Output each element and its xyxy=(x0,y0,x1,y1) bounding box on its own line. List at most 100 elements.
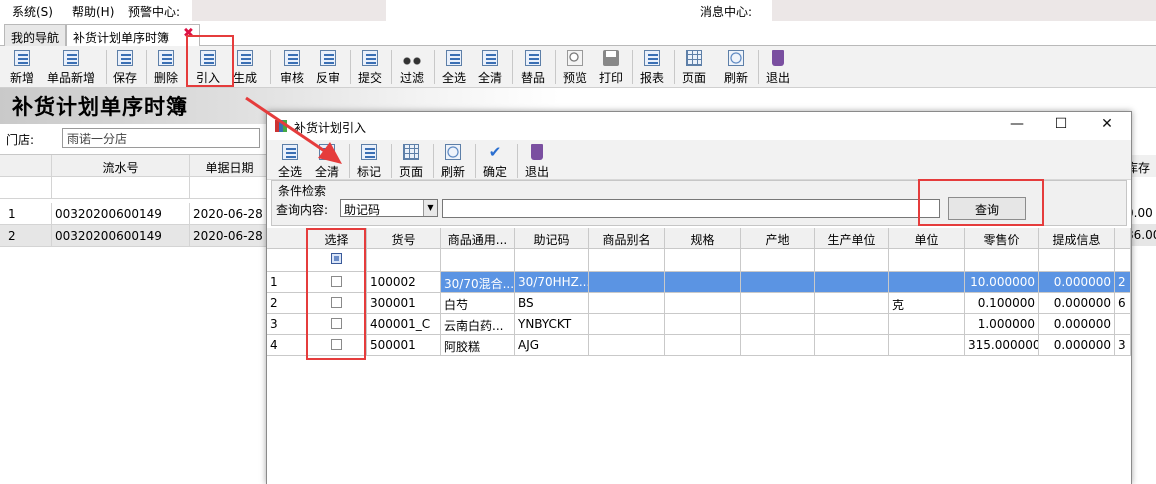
row-checkbox[interactable] xyxy=(307,293,367,314)
cell-alias[interactable] xyxy=(589,335,665,356)
cell-unit[interactable] xyxy=(889,335,965,356)
preview-button[interactable]: 预览 xyxy=(559,48,591,86)
cell-alias[interactable] xyxy=(589,314,665,335)
delete-button[interactable]: 删除 xyxy=(150,48,182,86)
cell-price[interactable]: 10.000000 xyxy=(965,272,1039,293)
cell-commission[interactable]: 0.000000 xyxy=(1039,272,1115,293)
cell-name[interactable]: 阿胶糕 xyxy=(441,335,515,356)
substitute-button[interactable]: 替品 xyxy=(517,48,549,86)
grid-filter-cell[interactable] xyxy=(741,249,815,272)
cell-commission[interactable]: 0.000000 xyxy=(1039,335,1115,356)
cell-extra[interactable]: 2 xyxy=(1115,272,1131,293)
print-button[interactable]: 打印 xyxy=(595,48,627,86)
cell-name[interactable]: 白芍 xyxy=(441,293,515,314)
query-field-select[interactable]: 助记码 ▼ xyxy=(340,199,438,217)
save-button[interactable]: 保存 xyxy=(110,48,140,86)
cell-price[interactable]: 0.100000 xyxy=(965,293,1039,314)
cell-mnemonic[interactable]: 30/70HHZ... xyxy=(515,272,589,293)
cell-name[interactable]: 30/70混合... xyxy=(441,272,515,293)
cell-unit[interactable] xyxy=(889,272,965,293)
tab-replenishment-plan[interactable]: 补货计划单序时簿 xyxy=(66,24,200,47)
tab-close-icon[interactable]: ✖ xyxy=(183,26,194,41)
alert-center-label[interactable]: 预警中心: xyxy=(128,3,180,20)
bg-filter-cell[interactable] xyxy=(190,177,270,199)
cell-commission[interactable]: 0.000000 xyxy=(1039,293,1115,314)
cell-origin[interactable] xyxy=(741,314,815,335)
cell-origin[interactable] xyxy=(741,293,815,314)
row-checkbox[interactable] xyxy=(307,314,367,335)
cell-mnemonic[interactable]: AJG xyxy=(515,335,589,356)
cell-mnemonic[interactable]: YNBYCKT xyxy=(515,314,589,335)
filter-button[interactable]: 过滤 xyxy=(396,48,428,86)
dialog-confirm-button[interactable]: ✔ 确定 xyxy=(479,142,511,180)
store-input[interactable] xyxy=(62,128,260,148)
grid-filter-cell[interactable] xyxy=(965,249,1039,272)
cell-unit[interactable] xyxy=(889,314,965,335)
grid-filter-cell[interactable] xyxy=(589,249,665,272)
cell-spec[interactable] xyxy=(665,272,741,293)
dialog-exit-button[interactable]: 退出 xyxy=(521,142,553,180)
menu-system[interactable]: 系统(S) xyxy=(12,3,53,20)
clear-all-button[interactable]: 全清 xyxy=(474,48,506,86)
cell-unit[interactable]: 克 xyxy=(889,293,965,314)
menu-help[interactable]: 帮助(H) xyxy=(72,3,114,20)
cell-extra[interactable]: 3 xyxy=(1115,335,1131,356)
maximize-icon[interactable]: ☐ xyxy=(1045,116,1077,136)
row-checkbox[interactable] xyxy=(307,272,367,293)
cell-maker[interactable] xyxy=(815,293,889,314)
cell-code[interactable]: 100002 xyxy=(367,272,441,293)
page-button[interactable]: 页面 xyxy=(678,48,710,86)
report-button[interactable]: 报表 xyxy=(636,48,668,86)
message-center-label[interactable]: 消息中心: xyxy=(700,3,752,20)
add-button[interactable]: 新增 xyxy=(6,48,38,86)
grid-filter-cell[interactable] xyxy=(367,249,441,272)
cell-maker[interactable] xyxy=(815,272,889,293)
grid-filter-cell[interactable] xyxy=(665,249,741,272)
dialog-refresh-button[interactable]: 刷新 xyxy=(437,142,469,180)
table-cell[interactable]: 00320200600149 xyxy=(52,225,190,247)
table-cell[interactable]: 2020-06-28 xyxy=(190,225,270,247)
unaudit-button[interactable]: 反审 xyxy=(312,48,344,86)
cell-name[interactable]: 云南白药... xyxy=(441,314,515,335)
cell-price[interactable]: 315.000000 xyxy=(965,335,1039,356)
grid-filter-cell[interactable] xyxy=(515,249,589,272)
cell-maker[interactable] xyxy=(815,335,889,356)
cell-maker[interactable] xyxy=(815,314,889,335)
cell-spec[interactable] xyxy=(665,335,741,356)
cell-origin[interactable] xyxy=(741,335,815,356)
cell-code[interactable]: 400001_C xyxy=(367,314,441,335)
grid-filter-cell[interactable] xyxy=(1039,249,1115,272)
row-checkbox[interactable] xyxy=(307,335,367,356)
grid-filter-cell[interactable] xyxy=(815,249,889,272)
select-all-button[interactable]: 全选 xyxy=(439,48,469,86)
cell-extra[interactable]: 6 xyxy=(1115,293,1131,314)
cell-extra[interactable] xyxy=(1115,314,1131,335)
cell-alias[interactable] xyxy=(589,272,665,293)
dialog-mark-button[interactable]: 标记 xyxy=(353,142,385,180)
audit-button[interactable]: 审核 xyxy=(277,48,307,86)
dialog-page-button[interactable]: 页面 xyxy=(395,142,427,180)
dropdown-arrow-icon[interactable]: ▼ xyxy=(423,200,437,216)
dialog-title-bar[interactable]: 补货计划引入 — ☐ ✕ xyxy=(267,112,1131,140)
minimize-icon[interactable]: — xyxy=(1001,116,1033,136)
cell-origin[interactable] xyxy=(741,272,815,293)
grid-filter-cell[interactable] xyxy=(441,249,515,272)
cell-mnemonic[interactable]: BS xyxy=(515,293,589,314)
cell-code[interactable]: 500001 xyxy=(367,335,441,356)
table-cell[interactable]: 00320200600149 xyxy=(52,203,190,225)
refresh-button[interactable]: 刷新 xyxy=(720,48,752,86)
bg-filter-cell[interactable] xyxy=(52,177,190,199)
exit-button[interactable]: 退出 xyxy=(762,48,794,86)
select-all-checkbox[interactable] xyxy=(307,249,367,272)
table-cell[interactable]: 2020-06-28 xyxy=(190,203,270,225)
tab-my-navigation[interactable]: 我的导航 xyxy=(4,24,67,46)
submit-button[interactable]: 提交 xyxy=(355,48,385,86)
cell-spec[interactable] xyxy=(665,293,741,314)
cell-code[interactable]: 300001 xyxy=(367,293,441,314)
import-button[interactable]: 引入 xyxy=(192,48,224,86)
single-add-button[interactable]: 单品新增 xyxy=(44,48,98,86)
grid-filter-cell[interactable] xyxy=(889,249,965,272)
query-button[interactable]: 查询 xyxy=(948,197,1026,220)
cell-commission[interactable]: 0.000000 xyxy=(1039,314,1115,335)
query-input[interactable] xyxy=(442,199,940,218)
